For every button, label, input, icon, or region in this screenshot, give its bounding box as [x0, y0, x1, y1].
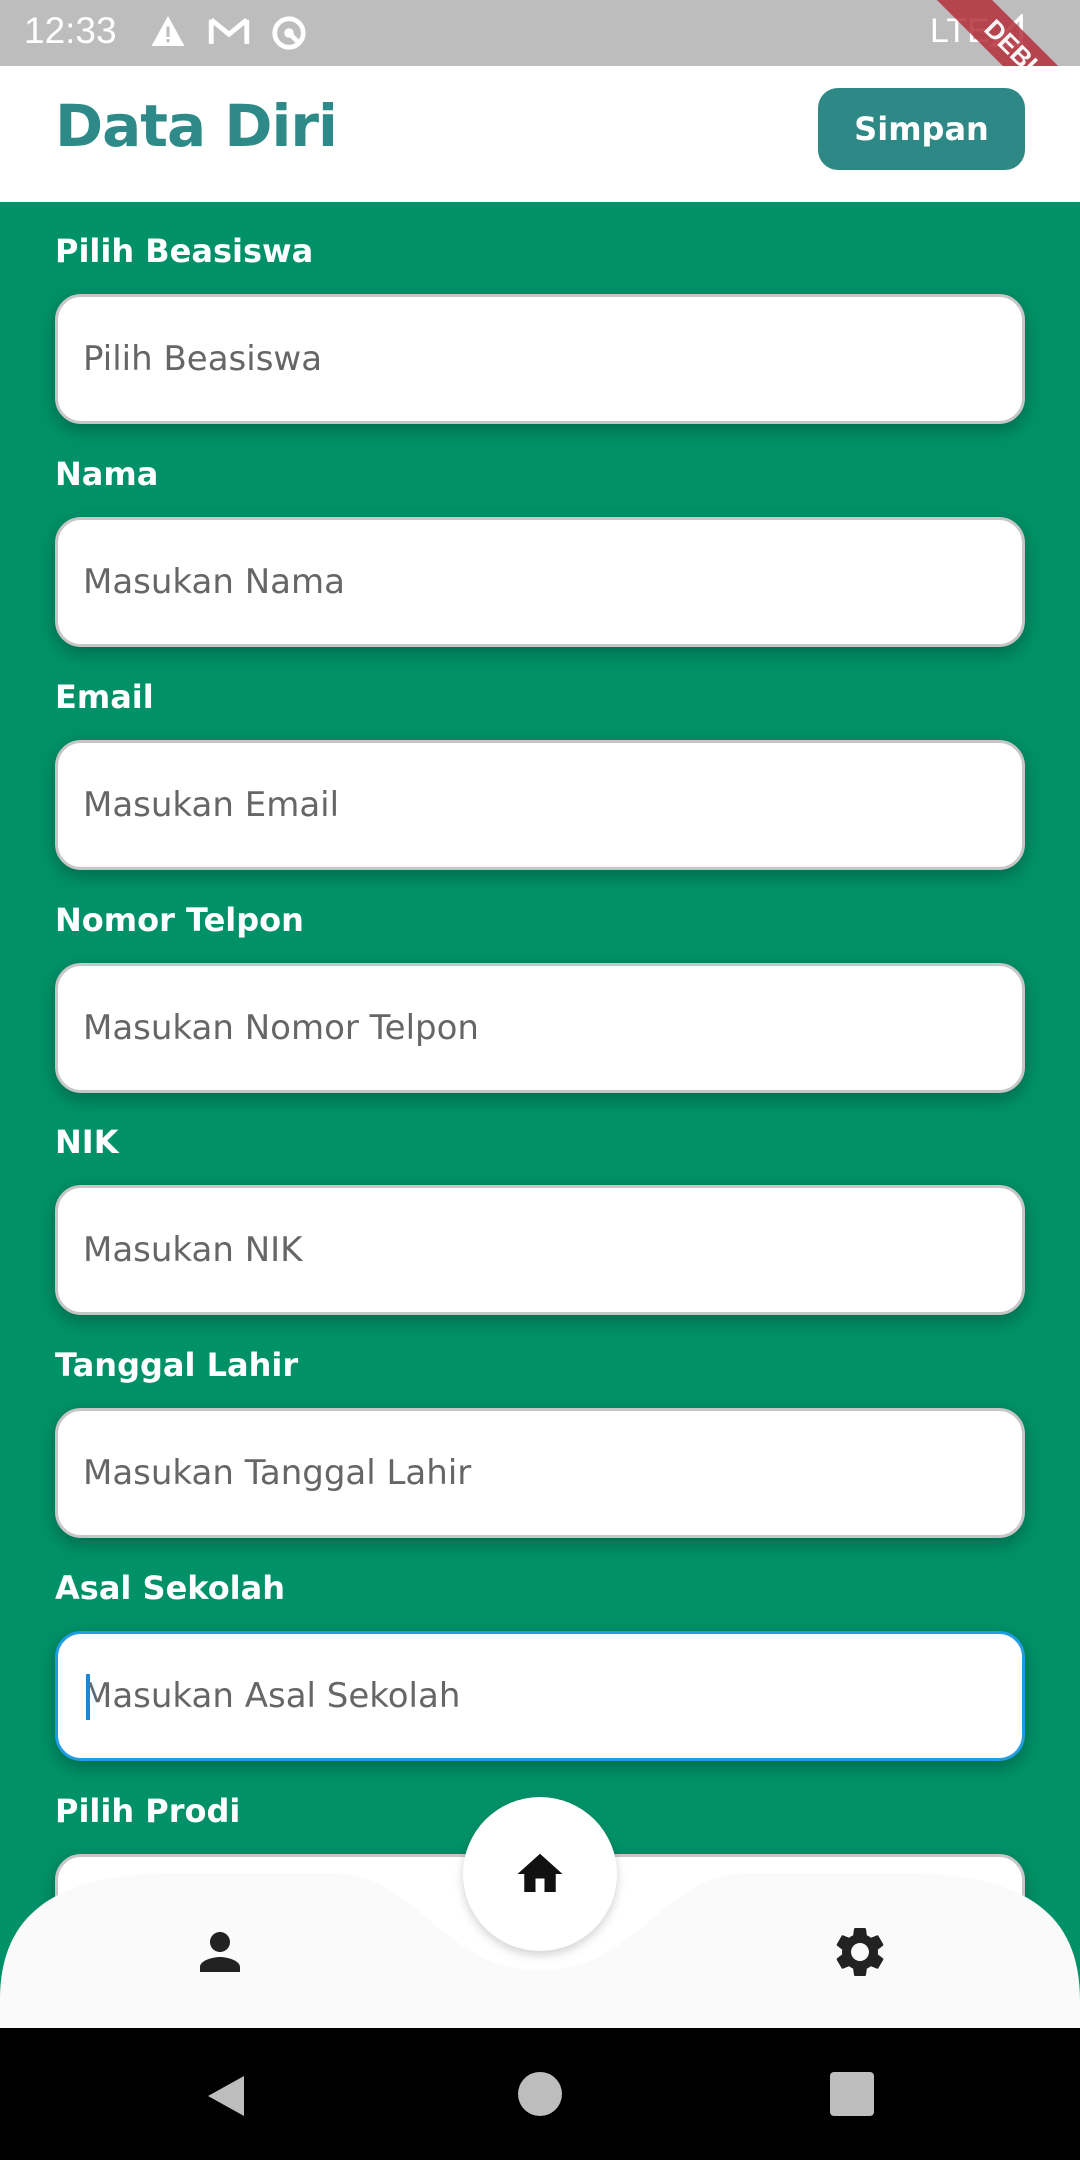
- person-icon: [200, 1932, 240, 1972]
- field-label: Pilih Beasiswa: [55, 232, 314, 270]
- field-label: Pilih Prodi: [55, 1792, 241, 1830]
- field-label: Asal Sekolah: [55, 1569, 286, 1607]
- home-nav-button[interactable]: [463, 1797, 617, 1951]
- system-nav-bar: [0, 2028, 1080, 2160]
- status-time: 12:33: [24, 10, 117, 51]
- birthdate-input[interactable]: [83, 1443, 983, 1503]
- text-cursor: [86, 1674, 90, 1720]
- gmail-icon: [208, 14, 250, 52]
- phone-input[interactable]: [83, 998, 983, 1058]
- status-bar: 12:33 LTE DEBUG: [0, 0, 1080, 150]
- signal-icon: [988, 12, 1024, 52]
- school-input[interactable]: [83, 1666, 983, 1726]
- field-label: Tanggal Lahir: [55, 1346, 299, 1384]
- birthdate-field[interactable]: [55, 1408, 1025, 1538]
- network-label: LTE: [930, 12, 990, 50]
- settings-nav-button[interactable]: [830, 1922, 890, 1986]
- home-circle-icon[interactable]: [518, 2072, 562, 2120]
- app-bar: Data Diri Simpan: [0, 66, 1080, 202]
- field-label: Nomor Telpon: [55, 901, 304, 939]
- save-button[interactable]: Simpan: [818, 88, 1025, 170]
- phone-field[interactable]: [55, 963, 1025, 1093]
- nik-field[interactable]: [55, 1185, 1025, 1315]
- field-label: Nama: [55, 455, 159, 493]
- nik-input[interactable]: [83, 1220, 983, 1280]
- name-input[interactable]: [83, 552, 983, 612]
- email-field[interactable]: [55, 740, 1025, 870]
- gear-icon: [836, 1928, 884, 1976]
- email-input[interactable]: [83, 775, 983, 835]
- home-icon: [517, 1853, 563, 1892]
- field-label: Email: [55, 678, 154, 716]
- page-title: Data Diri: [55, 92, 338, 160]
- recents-icon[interactable]: [830, 2072, 874, 2120]
- profile-nav-button[interactable]: [190, 1922, 250, 1986]
- scholarship-select[interactable]: [55, 294, 1025, 424]
- back-icon[interactable]: [204, 2072, 248, 2124]
- warning-icon: [150, 14, 186, 52]
- name-field[interactable]: [55, 517, 1025, 647]
- sync-icon: [270, 14, 308, 56]
- school-field[interactable]: [55, 1631, 1025, 1761]
- field-label: NIK: [55, 1123, 119, 1161]
- scholarship-input[interactable]: [83, 329, 983, 389]
